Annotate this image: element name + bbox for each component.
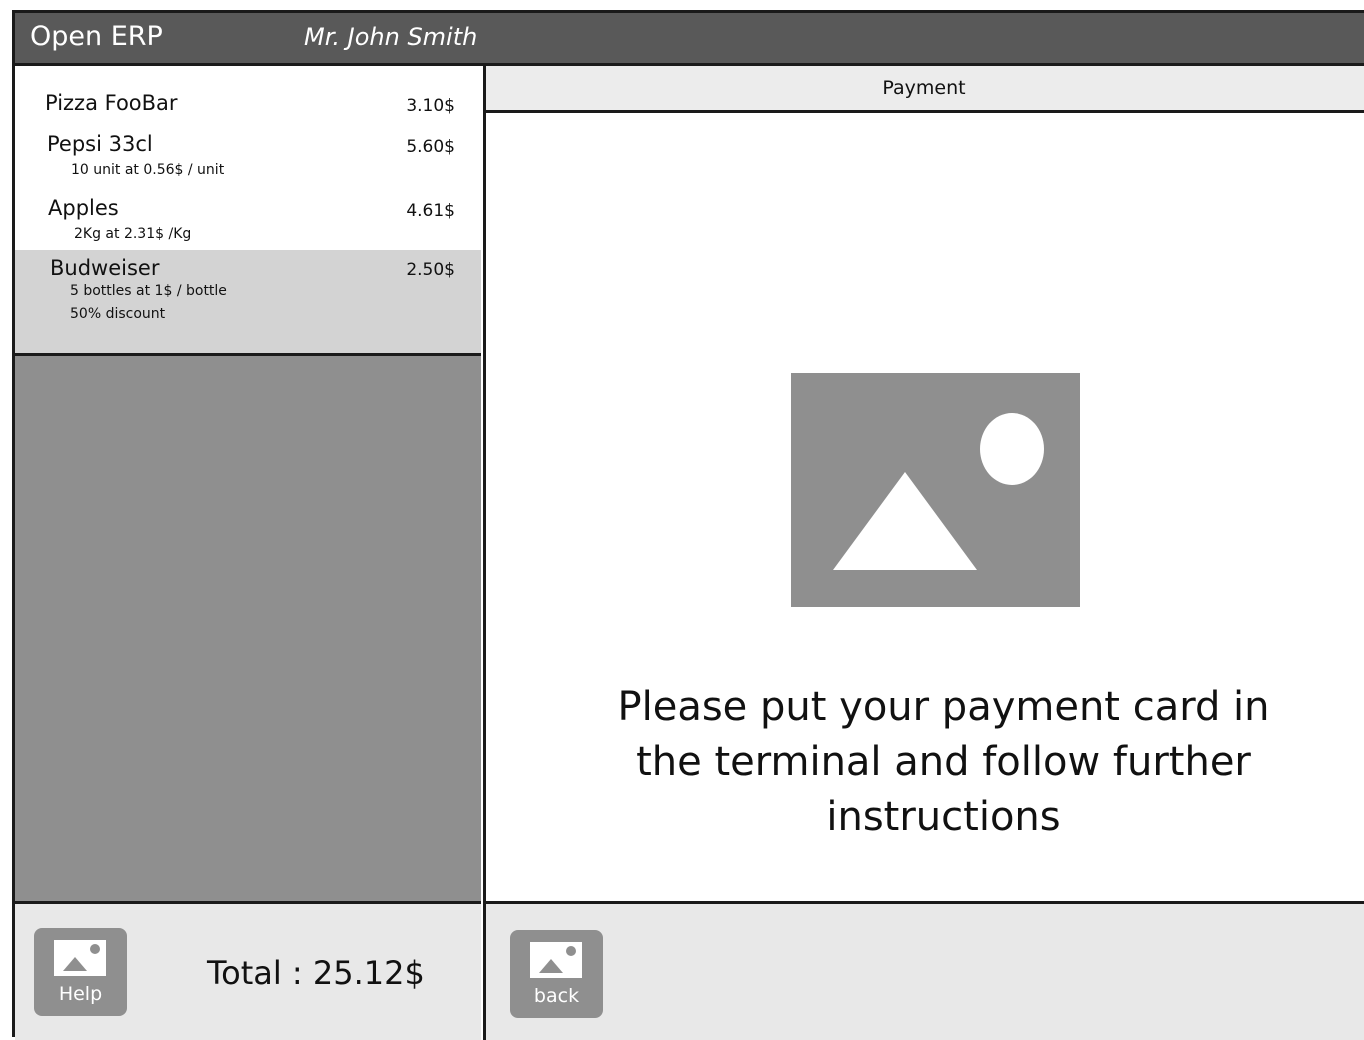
back-button-label: back	[533, 985, 580, 1007]
order-total: Total : 25.12$	[207, 954, 425, 992]
item-name: Apples	[48, 196, 119, 220]
order-item-budweiser[interactable]: Budweiser 2.50$ 5 bottles at 1$ / bottle…	[15, 250, 481, 353]
payment-footer: back	[486, 904, 1364, 1040]
payment-header: Payment	[486, 66, 1364, 113]
item-price: 3.10$	[406, 96, 455, 116]
item-detail: 10 unit at 0.56$ / unit	[71, 162, 225, 178]
item-detail: 2Kg at 2.31$ /Kg	[74, 226, 192, 242]
item-name: Budweiser	[50, 256, 160, 280]
help-button[interactable]: Help	[34, 928, 127, 1016]
item-name: Pizza FooBar	[45, 91, 178, 115]
order-empty-area	[15, 356, 481, 904]
payment-panel: Payment Please put your payment card in …	[486, 66, 1364, 1040]
payment-body: Please put your payment card in the term…	[486, 113, 1364, 904]
user-name[interactable]: Mr. John Smith	[304, 23, 477, 51]
order-item-pepsi-33cl[interactable]: Pepsi 33cl 5.60$ 10 unit at 0.56$ / unit	[15, 130, 481, 186]
item-price: 4.61$	[406, 201, 455, 221]
order-list: Pizza FooBar 3.10$ Pepsi 33cl 5.60$ 10 u…	[15, 66, 481, 356]
image-icon	[54, 940, 106, 976]
item-price: 2.50$	[406, 260, 455, 280]
item-detail: 50% discount	[70, 306, 166, 322]
image-icon	[530, 942, 582, 978]
app-title: Open ERP	[30, 21, 163, 52]
order-panel: Pizza FooBar 3.10$ Pepsi 33cl 5.60$ 10 u…	[15, 66, 486, 1040]
order-item-pizza-foobar[interactable]: Pizza FooBar 3.10$	[15, 66, 481, 116]
order-footer: Help Total : 25.12$	[15, 904, 481, 1040]
payment-title: Payment	[882, 77, 966, 99]
payment-instructions: Please put your payment card in the term…	[617, 684, 1270, 840]
item-price: 5.60$	[406, 137, 455, 157]
order-item-apples[interactable]: Apples 4.61$ 2Kg at 2.31$ /Kg	[15, 194, 481, 248]
help-button-label: Help	[58, 983, 103, 1005]
back-button[interactable]: back	[510, 930, 603, 1018]
app-window: Open ERP Mr. John Smith Pizza FooBar 3.1…	[12, 10, 1364, 1040]
image-placeholder-icon	[791, 373, 1080, 607]
top-bar: Open ERP Mr. John Smith	[15, 13, 1364, 66]
item-name: Pepsi 33cl	[47, 132, 153, 156]
item-detail: 5 bottles at 1$ / bottle	[70, 283, 227, 299]
